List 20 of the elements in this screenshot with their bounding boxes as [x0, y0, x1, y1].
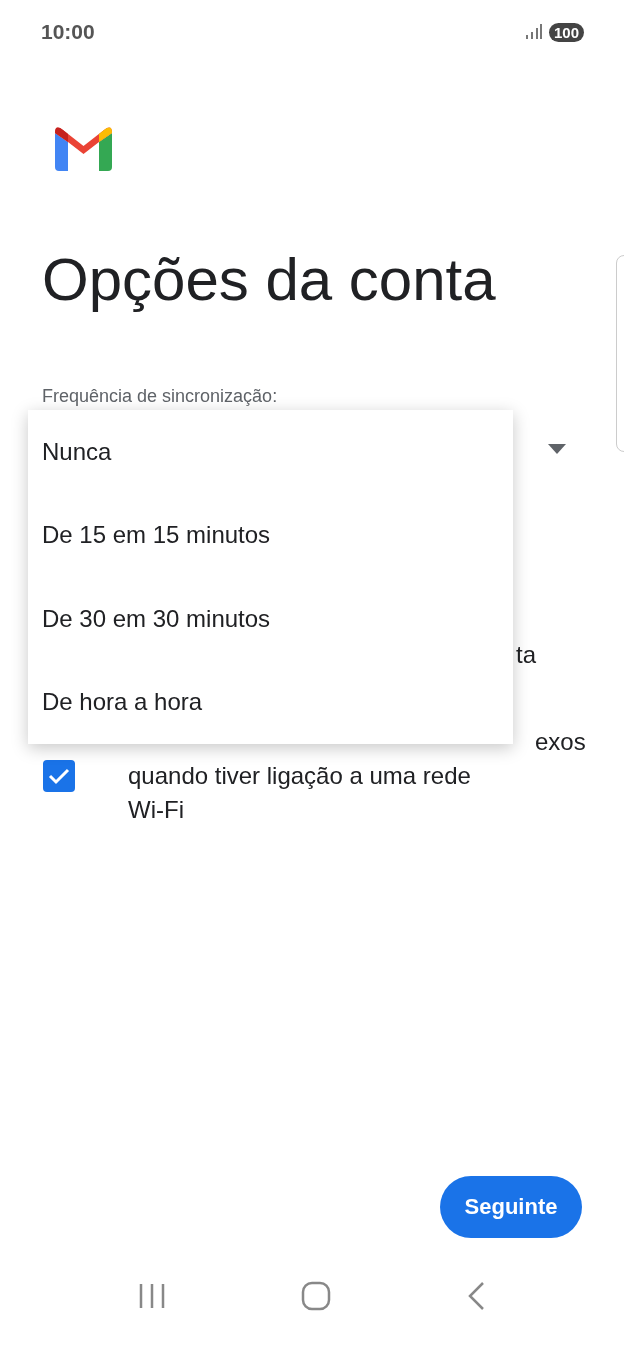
mail-logo-icon [55, 127, 112, 171]
menu-item[interactable]: De hora a hora [28, 660, 513, 744]
home-icon[interactable] [301, 1281, 331, 1311]
checkbox[interactable] [43, 760, 75, 792]
menu-item[interactable]: Nunca [28, 410, 513, 494]
menu-item[interactable]: De 15 em 15 minutos [28, 493, 513, 577]
dropdown-caret-icon[interactable] [548, 444, 566, 454]
checkmark-icon [48, 767, 70, 785]
field-label: Frequência de sincronização: [42, 385, 279, 408]
signal-icon [524, 24, 543, 40]
page-title: Opções da conta [42, 245, 497, 315]
covered-text: exos [535, 727, 586, 757]
recent-apps-icon[interactable] [137, 1283, 166, 1309]
battery-level: 100 [548, 22, 584, 42]
back-icon[interactable] [466, 1281, 487, 1311]
next-button[interactable]: Seguinte [440, 1176, 582, 1238]
status-time: 10:00 [41, 20, 95, 44]
covered-text: ta [516, 641, 536, 668]
menu-item[interactable]: De 30 em 30 minutos [28, 577, 513, 661]
checkbox-label: quando tiver ligação a uma rede Wi-Fi [128, 761, 472, 825]
